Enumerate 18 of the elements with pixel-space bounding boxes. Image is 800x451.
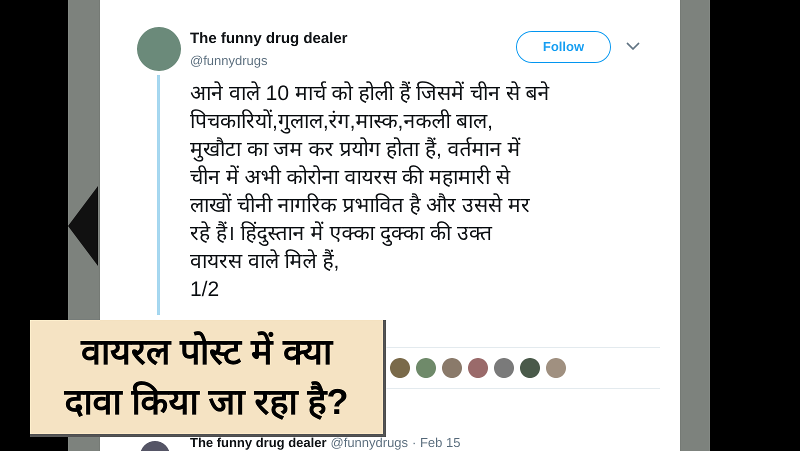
author-name[interactable]: The funny drug dealer — [190, 435, 327, 450]
author-name[interactable]: The funny drug dealer — [190, 28, 348, 50]
follow-button[interactable]: Follow — [516, 31, 611, 63]
caption-text: वायरल पोस्ट में क्या — [80, 330, 332, 374]
avatar-photo[interactable] — [494, 358, 514, 378]
avatar-photo — [137, 27, 181, 71]
avatar-photo[interactable] — [442, 358, 462, 378]
author-handle[interactable]: @funnydrugs — [190, 50, 348, 70]
caption-text: दावा किया जा रहा है? — [64, 380, 348, 424]
avatar-photo[interactable] — [468, 358, 488, 378]
avatar-photo[interactable] — [520, 358, 540, 378]
avatar-photo[interactable] — [546, 358, 566, 378]
avatar-photo[interactable] — [416, 358, 436, 378]
chevron-icon[interactable] — [626, 42, 640, 51]
author-handle[interactable]: @funnydrugs — [330, 435, 408, 450]
tweet-text: आने वाले 10 मार्च को होली हैं जिसमें चीन से बने पिचकारियों,गुलाल,रंग,मास्क,नकली बाल, मुखौटा का जम कर प्रयोग होता हैं, वर्तमान में चीन में अभी कोरोना वायरस की महामारी से लाखों चीनी नागरिक प्रभावित है और उससे मर रहे हैं। हिंदुस्तान में एक्का दुक्का की उक्त वायरस वाले मिले हैं, 1/2 — [190, 80, 550, 303]
tweet-time[interactable]: · Feb 15 — [412, 435, 460, 450]
avatar-photo[interactable] — [390, 358, 410, 378]
